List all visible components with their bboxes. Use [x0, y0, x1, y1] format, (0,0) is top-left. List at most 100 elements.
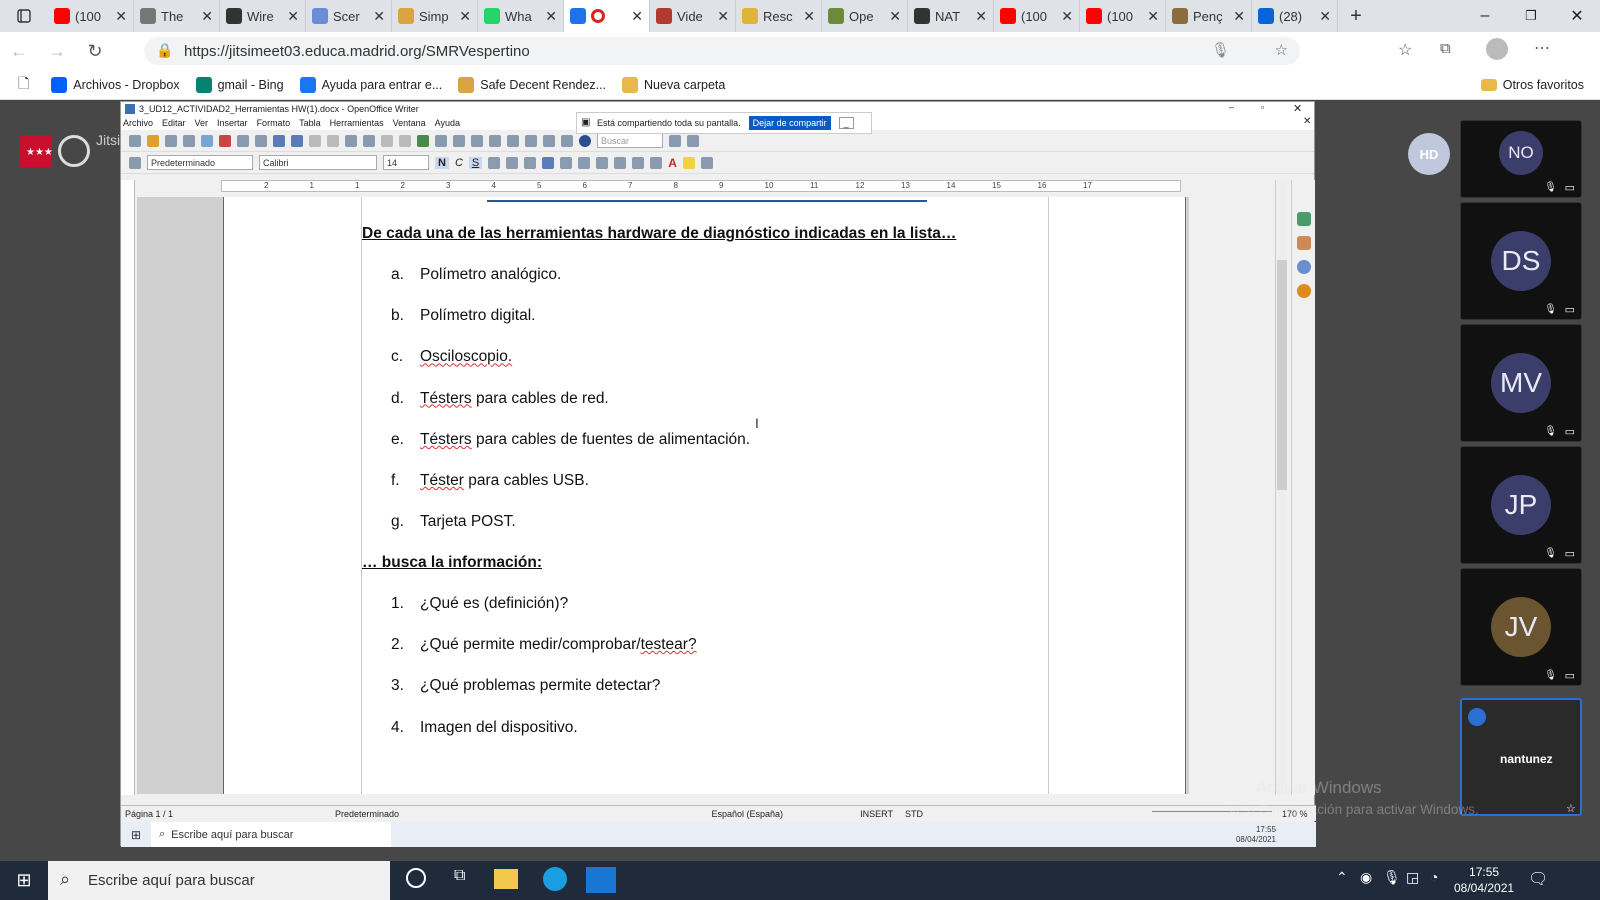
address-bar[interactable]: 🔒 https://jitsimeet03.educa.madrid.org/S… — [144, 37, 1300, 65]
close-tab-icon[interactable]: ✕ — [1233, 8, 1245, 25]
writer-maximize-button[interactable]: ▫ — [1261, 102, 1264, 112]
camera-icon[interactable]: ◉ — [1360, 869, 1372, 886]
writer-menu-item[interactable]: Archivo — [123, 118, 153, 128]
properties-icon[interactable] — [1297, 212, 1311, 226]
favorite-item[interactable]: Archivos - Dropbox — [51, 76, 180, 93]
writer-menu-item[interactable]: Herramientas — [330, 118, 384, 128]
edit-mode-icon[interactable] — [201, 134, 213, 147]
browser-tab[interactable]: Simp ✕ — [392, 0, 478, 32]
close-tab-icon[interactable]: ✕ — [373, 8, 385, 25]
favorite-item[interactable]: Nueva carpeta — [622, 76, 725, 93]
highlight-icon[interactable] — [682, 156, 695, 169]
other-favorites[interactable]: Otros favoritos — [1480, 78, 1584, 92]
microphone-icon[interactable]: 🎙 — [1211, 41, 1230, 59]
open-icon[interactable] — [147, 134, 159, 147]
browser-tab[interactable]: Wha ✕ — [478, 0, 564, 32]
wifi-icon[interactable]: ◔ — [1430, 869, 1438, 885]
format-paintbrush-icon[interactable] — [363, 134, 375, 147]
print-icon[interactable] — [237, 134, 249, 147]
task-view-icon[interactable]: ⧉ — [454, 867, 465, 885]
browser-tab[interactable]: (100 ✕ — [1080, 0, 1166, 32]
start-button[interactable]: ⊞ — [0, 870, 48, 891]
tab-actions-icon[interactable] — [0, 9, 48, 23]
writer-menu-item[interactable]: Insertar — [217, 118, 248, 128]
collections-icon[interactable]: ⧉ — [1440, 40, 1451, 57]
writer-minimize-button[interactable]: – — [1229, 102, 1234, 112]
find-previous-icon[interactable] — [687, 134, 699, 147]
scroll-thumb[interactable] — [1277, 260, 1287, 490]
writer-menu-item[interactable]: Ayuda — [435, 118, 460, 128]
writer-menu-item[interactable]: Tabla — [299, 118, 321, 128]
close-tab-icon[interactable]: ✕ — [889, 8, 901, 25]
italic-button[interactable]: C — [455, 157, 463, 169]
autospell-icon[interactable] — [291, 134, 303, 147]
browser-tab[interactable]: (100 ✕ — [994, 0, 1080, 32]
browser-tab[interactable]: Vide ✕ — [650, 0, 736, 32]
participant-tile[interactable]: JP 🎙 ▭ — [1460, 446, 1582, 564]
font-color-icon[interactable]: A — [668, 156, 677, 170]
gallery-side-icon[interactable] — [1297, 236, 1311, 250]
edge-icon[interactable] — [543, 867, 567, 891]
superscript-icon[interactable] — [488, 156, 501, 169]
new-doc-icon[interactable] — [129, 134, 141, 147]
close-tab-icon[interactable]: ✕ — [545, 8, 557, 25]
local-avatar[interactable]: HD — [1408, 133, 1450, 175]
browser-tab[interactable]: (28) ✕ — [1252, 0, 1338, 32]
browser-tab[interactable]: Scer ✕ — [306, 0, 392, 32]
cortana-icon[interactable] — [406, 868, 426, 888]
favorite-item[interactable]: Safe Decent Rendez... — [458, 76, 606, 93]
close-document-button[interactable]: ✕ — [1303, 116, 1311, 127]
table-icon[interactable] — [435, 134, 447, 147]
paragraph-style-combo[interactable]: Predeterminado — [147, 155, 253, 170]
vertical-scrollbar[interactable] — [1275, 180, 1287, 795]
participant-tile[interactable]: MV 🎙 ▭ — [1460, 324, 1582, 442]
bullets-icon[interactable] — [614, 156, 627, 169]
close-tab-icon[interactable]: ✕ — [287, 8, 299, 25]
align-right-icon[interactable] — [560, 156, 573, 169]
writer-menu-item[interactable]: Editar — [162, 118, 186, 128]
participant-tile[interactable]: DS 🎙 ▭ — [1460, 202, 1582, 320]
participant-tile[interactable]: JV 🎙 ▭ — [1460, 568, 1582, 686]
profile-avatar[interactable] — [1486, 38, 1508, 60]
navigator-icon[interactable] — [489, 134, 501, 147]
background-color-icon[interactable] — [700, 156, 713, 169]
navigator-side-icon[interactable] — [1297, 260, 1311, 274]
email-icon[interactable] — [183, 134, 195, 147]
close-tab-icon[interactable]: ✕ — [115, 8, 127, 25]
back-button[interactable]: ← — [0, 41, 38, 62]
close-tab-icon[interactable]: ✕ — [631, 8, 643, 25]
reload-button[interactable]: ↻ — [76, 41, 114, 62]
align-center-icon[interactable] — [542, 156, 555, 169]
favorites-icon[interactable]: ☆ — [1398, 40, 1412, 60]
browser-tab[interactable]: (100 ✕ — [48, 0, 134, 32]
star-icon[interactable]: ☆ — [1275, 41, 1288, 59]
underline-button[interactable]: S — [468, 156, 483, 169]
search-combo[interactable]: Buscar — [597, 133, 663, 148]
maximize-window-button[interactable]: ❐ — [1508, 8, 1554, 24]
gallery-icon[interactable] — [507, 134, 519, 147]
close-tab-icon[interactable]: ✕ — [1147, 8, 1159, 25]
bold-button[interactable]: N — [435, 156, 449, 169]
close-tab-icon[interactable]: ✕ — [975, 8, 987, 25]
browser-tab[interactable]: Ope ✕ — [822, 0, 908, 32]
network-icon[interactable]: ◲ — [1406, 869, 1419, 886]
notifications-icon[interactable]: 🗨 — [1528, 869, 1548, 889]
datasource-icon[interactable] — [525, 134, 537, 147]
browser-tab[interactable]: The ✕ — [134, 0, 220, 32]
font-name-combo[interactable]: Calibri — [259, 155, 377, 170]
tray-chevron-icon[interactable]: ⌃ — [1336, 869, 1348, 886]
save-icon[interactable] — [165, 134, 177, 147]
forward-button[interactable]: → — [38, 41, 76, 62]
hide-banner-button[interactable]: _ — [838, 117, 854, 129]
hyperlink-icon[interactable] — [417, 134, 429, 147]
favorite-item[interactable]: gmail - Bing — [195, 76, 284, 93]
redo-icon[interactable] — [399, 134, 411, 147]
font-size-combo[interactable]: 14 — [383, 155, 429, 170]
help-icon[interactable] — [579, 134, 591, 147]
file-explorer-icon[interactable] — [494, 869, 518, 889]
writer-close-button[interactable]: ✕ — [1293, 102, 1302, 115]
find-replace-icon[interactable] — [471, 134, 483, 147]
justify-icon[interactable] — [578, 156, 591, 169]
more-menu-icon[interactable]: ⋯ — [1534, 38, 1550, 58]
increase-indent-icon[interactable] — [650, 156, 663, 169]
